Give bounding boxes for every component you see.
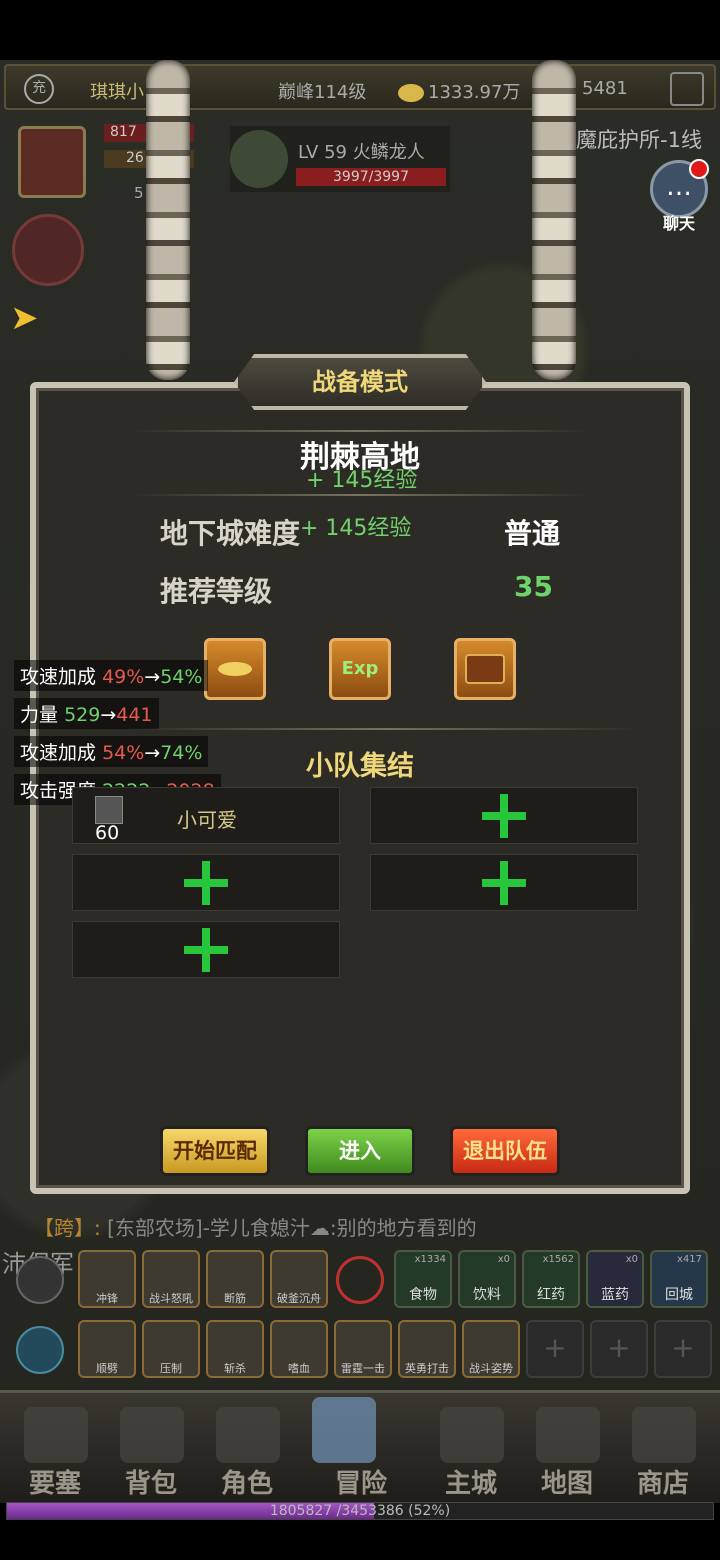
squad-slot-empty[interactable]: [370, 787, 638, 844]
recommended-level-label: 推荐等级: [160, 575, 273, 608]
left-chain: [146, 60, 190, 380]
gold-coin-icon: [398, 84, 424, 102]
gem-count: 5481: [582, 78, 628, 99]
skill-slot[interactable]: 战斗姿势: [462, 1320, 520, 1378]
buff-line: 力量 529→441: [14, 698, 159, 729]
nav-main-city[interactable]: 主城: [426, 1463, 516, 1500]
reward-treasure-chest-icon[interactable]: [454, 638, 516, 700]
exp-gain-float: + 145经验: [300, 516, 412, 541]
skill-slot[interactable]: 压制: [142, 1320, 200, 1378]
player-stat: 5: [134, 184, 144, 202]
backpack-icon: [120, 1407, 184, 1463]
target-avatar: [230, 130, 288, 188]
nav-backpack[interactable]: 背包: [106, 1463, 196, 1500]
nav-character[interactable]: 角色: [202, 1463, 292, 1500]
enter-button[interactable]: 进入: [305, 1126, 415, 1176]
nav-shop[interactable]: 商店: [618, 1463, 708, 1500]
empty-skill-slot[interactable]: +: [654, 1320, 712, 1378]
add-member-icon: [184, 861, 228, 905]
squad-slot-empty[interactable]: [370, 854, 638, 911]
item-slot-blue-potion[interactable]: x0 蓝药: [586, 1250, 644, 1308]
buff-line: 攻速加成 54%→74%: [14, 736, 209, 767]
right-chain: [532, 60, 576, 380]
item-slot-red-potion[interactable]: x1562 红药: [522, 1250, 580, 1308]
empty-skill-slot[interactable]: +: [590, 1320, 648, 1378]
skill-slot[interactable]: 斩杀: [206, 1320, 264, 1378]
main-city-icon: [440, 1407, 504, 1463]
world-chat-line[interactable]: 【跨】: [东部农场]-学儿食媳汁☁:别的地方看到的: [0, 1212, 720, 1241]
nav-adventure[interactable]: 冒险: [316, 1463, 406, 1500]
difficulty-label: 地下城难度: [160, 517, 301, 550]
notification-dot: [689, 159, 709, 179]
skill-slot[interactable]: 嗜血: [270, 1320, 328, 1378]
expand-arrow-icon[interactable]: ➤: [10, 298, 39, 338]
start-match-button[interactable]: 开始匹配: [160, 1126, 270, 1176]
empty-skill-slot[interactable]: +: [526, 1320, 584, 1378]
chat-label: 聊天: [662, 214, 695, 233]
skill-slot[interactable]: 雷霆一击: [334, 1320, 392, 1378]
member-name: 小可爱: [177, 808, 237, 832]
item-slot-return[interactable]: x417 回城: [650, 1250, 708, 1308]
squad-title: 小队集结: [306, 751, 414, 782]
location-label: 魔庇护所-1线: [576, 128, 702, 152]
player-avatar[interactable]: [18, 126, 86, 198]
recommended-level-value: 35: [514, 570, 553, 603]
dungeon-portal-icon[interactable]: [12, 214, 84, 286]
add-member-icon: [184, 928, 228, 972]
swap-bar-icon[interactable]: [16, 1256, 64, 1304]
shop-icon: [632, 1407, 696, 1463]
item-slot-drink[interactable]: x0 饮料: [458, 1250, 516, 1308]
add-member-icon: [482, 861, 526, 905]
skill-slot[interactable]: 战斗怒吼: [142, 1250, 200, 1308]
gold-display: 1333.97万: [398, 78, 520, 104]
nav-map[interactable]: 地图: [522, 1463, 612, 1500]
bottom-nav: 要塞 背包 角色 冒险 主城 地图 商店: [0, 1390, 720, 1503]
divider: [130, 728, 640, 730]
squad-slot-member[interactable]: 60 小可爱: [72, 787, 340, 844]
skill-slot[interactable]: 顺劈: [78, 1320, 136, 1378]
top-status-bar: 充 琪琪小 巅峰114级 1333.97万 5481: [4, 64, 716, 110]
skill-slot[interactable]: 破釜沉舟: [270, 1250, 328, 1308]
add-member-icon: [482, 794, 526, 838]
buff-line: 攻速加成 49%→54%: [14, 660, 209, 691]
trash-icon[interactable]: [16, 1326, 64, 1374]
settings-icon[interactable]: [670, 72, 704, 106]
exp-gain-float: + 145经验: [306, 468, 418, 493]
character-icon: [216, 1407, 280, 1463]
item-slot-food[interactable]: x1334 食物: [394, 1250, 452, 1308]
skill-slot[interactable]: 英勇打击: [398, 1320, 456, 1378]
fortress-icon: [24, 1407, 88, 1463]
experience-text: 1805827 /3453386 (52%): [269, 1503, 451, 1519]
vip-badge[interactable]: 充: [24, 74, 54, 104]
target-hp: 3997/3997: [296, 168, 446, 186]
adventure-portal-icon: [312, 1397, 376, 1463]
player-name: 琪琪小: [90, 82, 144, 103]
difficulty-value: 普通: [504, 517, 561, 550]
map-icon: [536, 1407, 600, 1463]
squad-slot-empty[interactable]: [72, 854, 340, 911]
dialog-title: 战备模式: [234, 354, 486, 410]
target-name: LV 59 火鳞龙人: [298, 142, 425, 163]
reward-gold-icon[interactable]: [204, 638, 266, 700]
skill-slot[interactable]: 冲锋: [78, 1250, 136, 1308]
squad-slot-empty[interactable]: [72, 921, 340, 978]
disabled-icon[interactable]: [336, 1256, 384, 1304]
leave-team-button[interactable]: 退出队伍: [450, 1126, 560, 1176]
divider: [130, 494, 590, 496]
target-frame[interactable]: LV 59 火鳞龙人 3997/3997: [230, 126, 450, 192]
skill-slot[interactable]: 断筋: [206, 1250, 264, 1308]
peak-level: 巅峰114级: [278, 82, 367, 103]
reward-exp-icon[interactable]: Exp: [329, 638, 391, 700]
nav-fortress[interactable]: 要塞: [10, 1463, 100, 1500]
